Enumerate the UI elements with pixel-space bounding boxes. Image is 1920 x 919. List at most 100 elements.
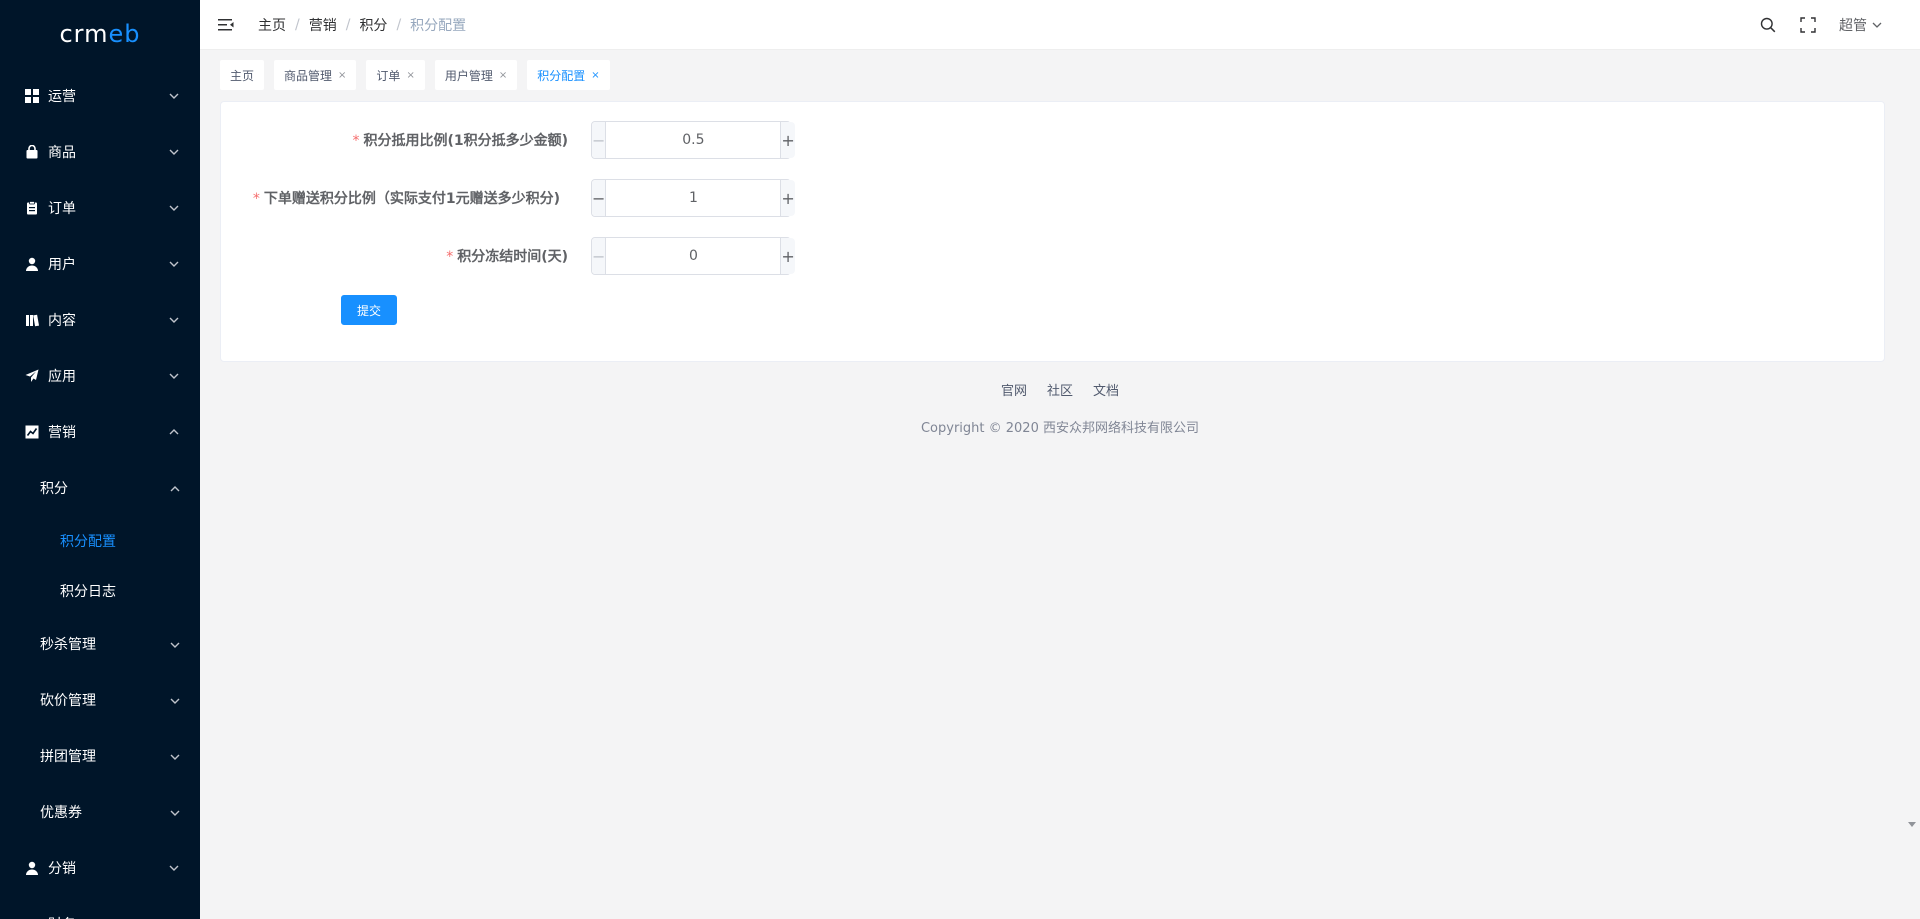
header-actions: 超管	[1737, 0, 1882, 50]
decrement-button[interactable]: −	[592, 238, 607, 274]
breadcrumb-item-home[interactable]: 主页	[258, 15, 286, 35]
sidebar-subitem-label: 积分	[40, 481, 68, 497]
decrement-button[interactable]: −	[592, 122, 607, 158]
fullscreen-icon[interactable]	[1799, 16, 1817, 34]
form-row-order-gift-points-ratio: *下单赠送积分比例（实际支付1元赠送多少积分) − +	[221, 179, 1121, 217]
footer-link-docs[interactable]: 文档	[1093, 380, 1119, 399]
sidebar-leaf-label: 积分日志	[60, 584, 116, 600]
logo-text-a: crm	[59, 20, 109, 48]
chevron-down-icon	[170, 804, 180, 820]
trend-chart-icon	[24, 424, 40, 440]
sidebar-item-orders[interactable]: 订单	[0, 180, 200, 236]
sidebar-item-label: 内容	[48, 313, 76, 329]
points-config-form-card: *积分抵用比例(1积分抵多少金额) − + *下单赠送积分比例（实际支付1元赠送…	[220, 101, 1885, 362]
breadcrumb-separator: /	[295, 16, 300, 33]
sidebar-subitem-group-buy[interactable]: 拼团管理	[0, 728, 200, 784]
form-label-text: 积分冻结时间(天)	[457, 249, 568, 265]
tag-label: 用户管理	[444, 68, 493, 83]
sidebar-leaf-points-log[interactable]: 积分日志	[0, 566, 200, 616]
chevron-down-icon	[1872, 22, 1882, 28]
tag-label: 订单	[376, 68, 401, 83]
decrement-button[interactable]: −	[592, 180, 607, 216]
user-icon	[24, 256, 40, 272]
chevron-down-icon	[168, 862, 180, 874]
menu-fold-icon[interactable]	[216, 15, 236, 35]
breadcrumb-separator: /	[396, 16, 402, 33]
required-mark: *	[352, 133, 360, 149]
footer-link-community[interactable]: 社区	[1047, 380, 1073, 399]
points-freeze-days-input[interactable]	[606, 238, 781, 274]
form-label: * 下单赠送积分比例（实际支付1元赠送多少积分)	[221, 188, 580, 208]
user-icon	[24, 860, 40, 876]
user-menu[interactable]: 超管	[1839, 15, 1882, 35]
sidebar-subitem-label: 拼团管理	[40, 749, 96, 765]
sidebar-item-label: 商品	[48, 145, 76, 161]
search-icon[interactable]	[1759, 16, 1777, 34]
clipboard-icon	[24, 200, 40, 216]
sidebar-item-label: 应用	[48, 369, 76, 385]
chevron-down-icon	[168, 258, 180, 270]
order-gift-points-ratio-stepper: − +	[591, 179, 795, 217]
close-icon[interactable]: ×	[406, 70, 414, 81]
chevron-down-icon	[170, 636, 180, 652]
submit-button[interactable]: 提交	[341, 295, 397, 325]
tag-product-management[interactable]: 商品管理 ×	[274, 60, 357, 90]
sidebar-subitem-label: 优惠券	[40, 805, 82, 821]
chevron-down-icon	[168, 90, 180, 102]
points-deduction-ratio-input[interactable]	[606, 122, 781, 158]
breadcrumb: 主页 / 营销 / 积分 / 积分配置	[258, 15, 466, 35]
breadcrumb-separator: /	[345, 16, 351, 33]
grid-icon	[24, 88, 40, 104]
sidebar-item-marketing[interactable]: 营销	[0, 404, 200, 460]
close-icon[interactable]: ×	[499, 70, 507, 81]
footer-link-official-site[interactable]: 官网	[1001, 380, 1027, 399]
close-icon[interactable]: ×	[591, 70, 599, 81]
sidebar-item-finance[interactable]: 财务	[0, 896, 200, 919]
sidebar-subitem-bargain[interactable]: 砍价管理	[0, 672, 200, 728]
copyright: Copyright © 2020 西安众邦网络科技有限公司	[920, 421, 1199, 436]
tag-points-config[interactable]: 积分配置 ×	[527, 60, 610, 90]
sidebar-item-label: 分销	[48, 861, 76, 877]
order-gift-points-ratio-input[interactable]	[606, 180, 781, 216]
sidebar-item-operations[interactable]: 运营	[0, 68, 200, 124]
tag-orders[interactable]: 订单 ×	[366, 60, 425, 90]
form-row-points-freeze-days: *积分冻结时间(天) − +	[221, 237, 1121, 275]
sidebar-item-label: 营销	[48, 425, 76, 441]
sidebar-item-apps[interactable]: 应用	[0, 348, 200, 404]
chevron-down-icon	[170, 692, 180, 708]
sidebar-subitem-label: 秒杀管理	[40, 637, 96, 653]
chevron-down-icon	[170, 748, 180, 764]
sidebar-leaf-points-config[interactable]: 积分配置	[0, 516, 200, 566]
sidebar-subitem-coupons[interactable]: 优惠券	[0, 784, 200, 840]
chevron-up-icon	[170, 480, 180, 496]
sidebar-item-distribution[interactable]: 分销	[0, 840, 200, 896]
chevron-down-icon	[168, 314, 180, 326]
sidebar-subitem-label: 砍价管理	[40, 693, 96, 709]
breadcrumb-item-points[interactable]: 积分	[359, 15, 387, 35]
form-label: * 积分冻结时间(天)	[221, 246, 580, 266]
tag-label: 积分配置	[537, 68, 586, 83]
form-label-text: 积分抵用比例(1积分抵多少金额)	[363, 133, 568, 149]
form-label-text: 下单赠送积分比例（实际支付1元赠送多少积分)	[263, 191, 560, 207]
close-icon[interactable]: ×	[338, 70, 346, 81]
tag-home[interactable]: 主页	[220, 60, 265, 90]
footer-links: 官网 社区 文档	[200, 380, 1920, 399]
logo[interactable]: crm eb	[0, 0, 200, 68]
points-deduction-ratio-stepper: − +	[591, 121, 795, 159]
sidebar-item-users[interactable]: 用户	[0, 236, 200, 292]
tag-label: 主页	[230, 68, 255, 83]
sidebar-item-products[interactable]: 商品	[0, 124, 200, 180]
sidebar-subitem-points[interactable]: 积分	[0, 460, 200, 516]
increment-button[interactable]: +	[780, 122, 795, 158]
breadcrumb-item-marketing[interactable]: 营销	[309, 15, 337, 35]
increment-button[interactable]: +	[780, 180, 795, 216]
sidebar-item-content[interactable]: 内容	[0, 292, 200, 348]
user-name: 超管	[1839, 18, 1867, 34]
chevron-down-icon	[168, 370, 180, 382]
scroll-down-arrow-icon[interactable]	[1907, 820, 1917, 830]
increment-button[interactable]: +	[780, 238, 795, 274]
tag-label: 商品管理	[284, 68, 333, 83]
tags-view: 主页 商品管理 × 订单 × 用户管理 × 积分配置 ×	[200, 50, 1920, 100]
tag-user-management[interactable]: 用户管理 ×	[434, 60, 518, 90]
sidebar-subitem-flash-sale[interactable]: 秒杀管理	[0, 616, 200, 672]
